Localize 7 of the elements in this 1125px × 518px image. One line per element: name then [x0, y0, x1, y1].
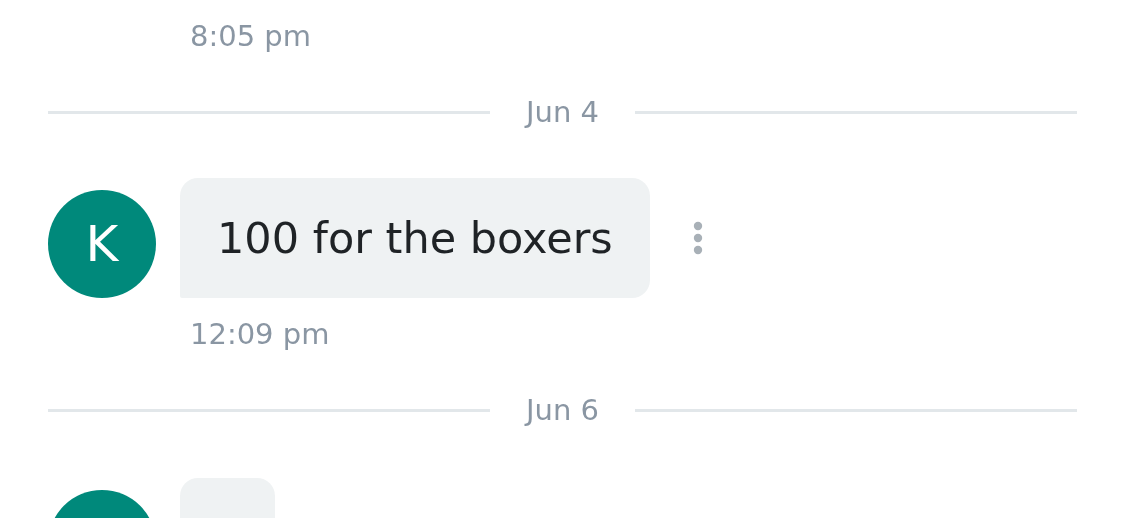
- message-bubble: 100 for the boxers: [180, 178, 650, 298]
- date-separator: Jun 4: [526, 95, 599, 129]
- more-options-icon[interactable]: [692, 221, 703, 255]
- message-time: 12:09 pm: [190, 317, 330, 351]
- avatar[interactable]: K: [48, 190, 156, 298]
- date-separator: Jun 6: [526, 393, 599, 427]
- message-time: 8:05 pm: [190, 19, 311, 53]
